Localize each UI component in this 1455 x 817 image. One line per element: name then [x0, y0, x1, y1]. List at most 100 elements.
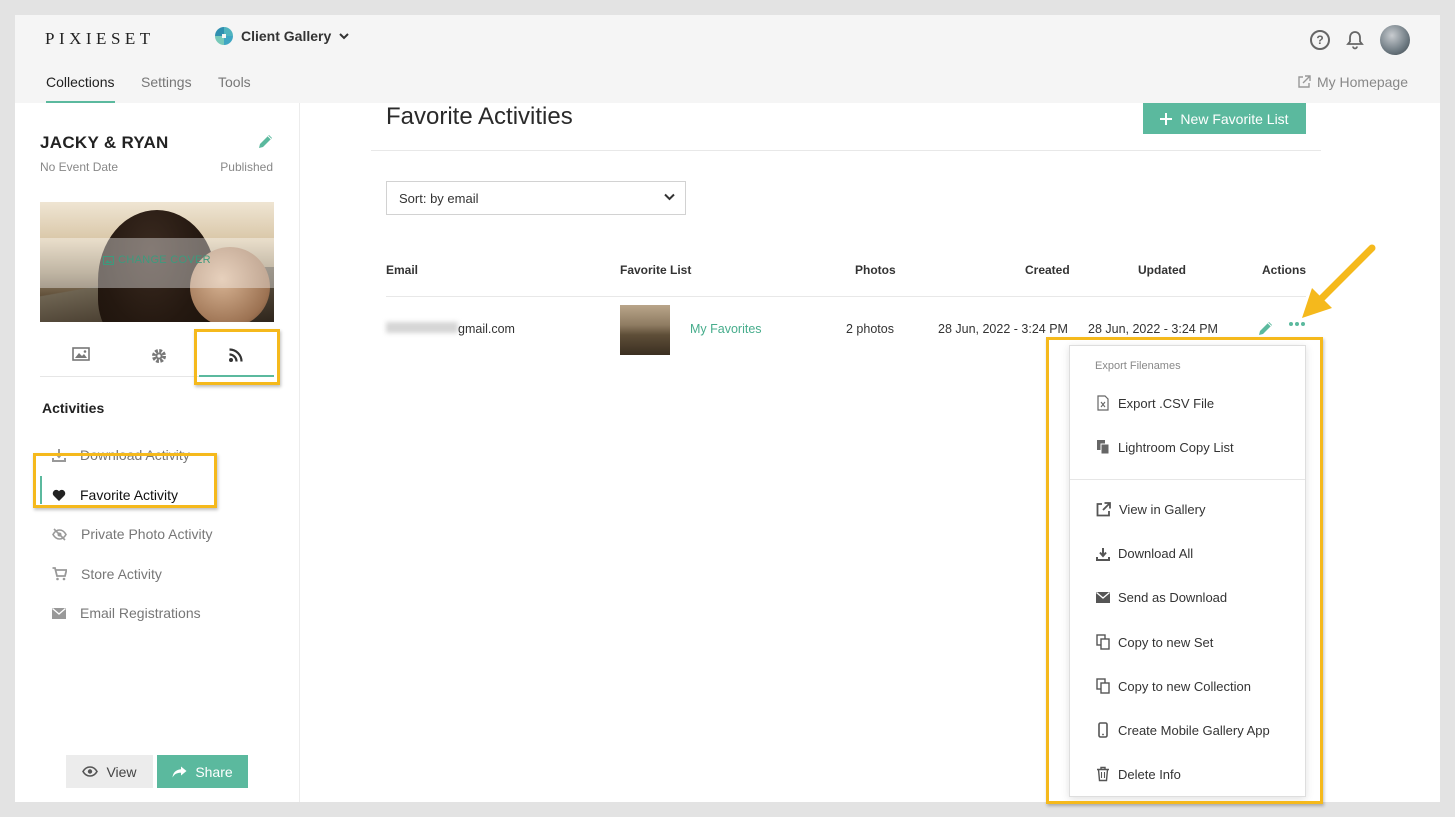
new-favorite-list-label: New Favorite List	[1180, 110, 1289, 127]
client-gallery-logo-icon	[215, 27, 233, 45]
sidebar-item-label: Favorite Activity	[80, 487, 179, 503]
user-avatar[interactable]	[1380, 25, 1410, 55]
favorite-thumbnail[interactable]	[620, 305, 670, 355]
sort-select[interactable]: Sort: by email	[386, 181, 686, 215]
mobile-icon	[1098, 722, 1108, 738]
menu-item-delete-info[interactable]: Delete Info	[1096, 766, 1181, 782]
download-icon	[52, 449, 66, 462]
sidebar-item-private-photo-activity[interactable]: Private Photo Activity	[52, 526, 213, 542]
column-header-updated: Updated	[1138, 263, 1186, 277]
photos-cell: 2 photos	[846, 322, 894, 336]
cover-image[interactable]: CHANGE COVER	[40, 202, 274, 322]
top-right-controls: ?	[1310, 25, 1410, 55]
view-button[interactable]: View	[66, 755, 153, 788]
menu-divider	[1070, 479, 1305, 480]
chevron-down-icon	[339, 32, 349, 39]
updated-cell: 28 Jun, 2022 - 3:24 PM	[1088, 322, 1218, 336]
bell-icon[interactable]	[1346, 30, 1364, 50]
menu-item-copy-to-new-collection[interactable]: Copy to new Collection	[1096, 678, 1251, 694]
pixieset-logo[interactable]: PIXIESET	[45, 29, 155, 49]
menu-item-label: Download All	[1118, 546, 1194, 561]
sidebar-item-label: Store Activity	[81, 566, 162, 582]
column-header-photos: Photos	[855, 263, 896, 277]
sidebar-item-favorite-activity[interactable]: Favorite Activity	[52, 487, 178, 503]
sidebar-item-email-registrations[interactable]: Email Registrations	[52, 605, 201, 621]
edit-pencil-icon[interactable]	[1257, 320, 1274, 337]
actions-dropdown-menu: Export Filenames Export .CSV File Lightr…	[1069, 345, 1306, 797]
menu-item-download-all[interactable]: Download All	[1096, 546, 1193, 561]
favorite-list-link[interactable]: My Favorites	[690, 322, 762, 336]
sort-select-value: Sort: by email	[399, 191, 479, 206]
email-redacted	[386, 322, 458, 333]
heart-icon	[52, 489, 66, 501]
view-button-label: View	[106, 763, 137, 780]
external-link-icon	[1096, 502, 1111, 517]
external-link-icon	[1298, 75, 1311, 88]
status-badge: Published	[220, 160, 273, 174]
tab-collections[interactable]: Collections	[46, 74, 114, 90]
file-csv-icon	[1097, 395, 1109, 411]
export-filenames-heading: Export Filenames	[1095, 360, 1181, 372]
activity-feed-icon[interactable]	[228, 347, 244, 363]
pointer-arrow-icon	[1302, 244, 1376, 318]
collection-title: JACKY & RYAN	[40, 133, 169, 152]
sidebar-item-label: Private Photo Activity	[81, 526, 213, 542]
help-icon[interactable]: ?	[1310, 30, 1330, 50]
cart-icon	[52, 567, 67, 581]
tab-settings[interactable]: Settings	[141, 74, 192, 90]
tab-tools[interactable]: Tools	[218, 74, 251, 90]
gear-icon[interactable]	[150, 347, 168, 365]
main-nav: Collections Settings Tools My Homepage	[15, 63, 1440, 103]
menu-item-label: Lightroom Copy List	[1118, 439, 1234, 455]
menu-item-label: Create Mobile Gallery App	[1118, 722, 1270, 738]
envelope-icon	[52, 607, 66, 619]
menu-item-label: Send as Download	[1118, 590, 1228, 605]
column-header-favorite-list: Favorite List	[620, 263, 692, 277]
copy-files-icon	[1097, 440, 1110, 455]
event-date: No Event Date	[40, 160, 119, 174]
new-favorite-list-button[interactable]: New Favorite List	[1143, 103, 1306, 134]
top-bar: PIXIESET Client Gallery ?	[15, 15, 1440, 63]
table-header-divider	[386, 296, 1306, 297]
sidebar-item-label: Email Registrations	[80, 605, 201, 621]
sidebar-item-download-activity[interactable]: Download Activity	[52, 447, 190, 463]
menu-item-label: Copy to new Collection	[1118, 678, 1251, 694]
copy-icon	[1096, 634, 1110, 650]
menu-item-copy-to-new-set[interactable]: Copy to new Set	[1096, 634, 1213, 650]
share-button[interactable]: Share	[157, 755, 248, 788]
my-homepage-link[interactable]: My Homepage	[1297, 74, 1408, 90]
menu-item-view-in-gallery[interactable]: View in Gallery	[1096, 502, 1205, 517]
plus-icon	[1160, 112, 1173, 125]
sidebar-item-store-activity[interactable]: Store Activity	[52, 566, 162, 582]
trash-icon	[1097, 766, 1109, 782]
column-header-created: Created	[1025, 263, 1070, 277]
active-activity-indicator	[40, 476, 42, 504]
page-title: Favorite Activities	[386, 103, 573, 130]
menu-item-send-as-download[interactable]: Send as Download	[1096, 590, 1227, 605]
envelope-icon	[1096, 592, 1110, 603]
edit-pencil-icon[interactable]	[257, 133, 274, 150]
change-cover-label: CHANGE COVER	[118, 254, 211, 266]
share-icon	[172, 766, 187, 777]
menu-item-create-mobile-gallery-app[interactable]: Create Mobile Gallery App	[1096, 722, 1270, 738]
menu-item-label: Copy to new Set	[1118, 634, 1214, 650]
app-switcher[interactable]: Client Gallery	[215, 27, 349, 45]
active-sidebar-tab-indicator	[199, 375, 274, 377]
menu-item-lightroom-copy-list[interactable]: Lightroom Copy List	[1096, 439, 1234, 455]
chevron-down-icon	[664, 193, 675, 201]
sidebar-item-label: Download Activity	[80, 447, 190, 463]
copy-icon	[1096, 678, 1110, 694]
change-cover-button[interactable]: CHANGE COVER	[40, 254, 274, 266]
photos-icon[interactable]	[72, 347, 90, 361]
menu-item-label: Delete Info	[1118, 766, 1181, 782]
collection-sidebar: JACKY & RYAN No Event Date Published CHA…	[15, 103, 300, 802]
email-cell: gmail.com	[458, 322, 515, 336]
image-icon	[103, 255, 115, 265]
my-homepage-label: My Homepage	[1316, 74, 1408, 90]
activities-heading: Activities	[42, 400, 105, 416]
created-cell: 28 Jun, 2022 - 3:24 PM	[938, 322, 1068, 336]
app-switcher-label: Client Gallery	[241, 28, 332, 44]
share-button-label: Share	[195, 763, 233, 780]
menu-item-export-csv[interactable]: Export .CSV File	[1096, 395, 1214, 411]
column-header-email: Email	[386, 263, 419, 277]
